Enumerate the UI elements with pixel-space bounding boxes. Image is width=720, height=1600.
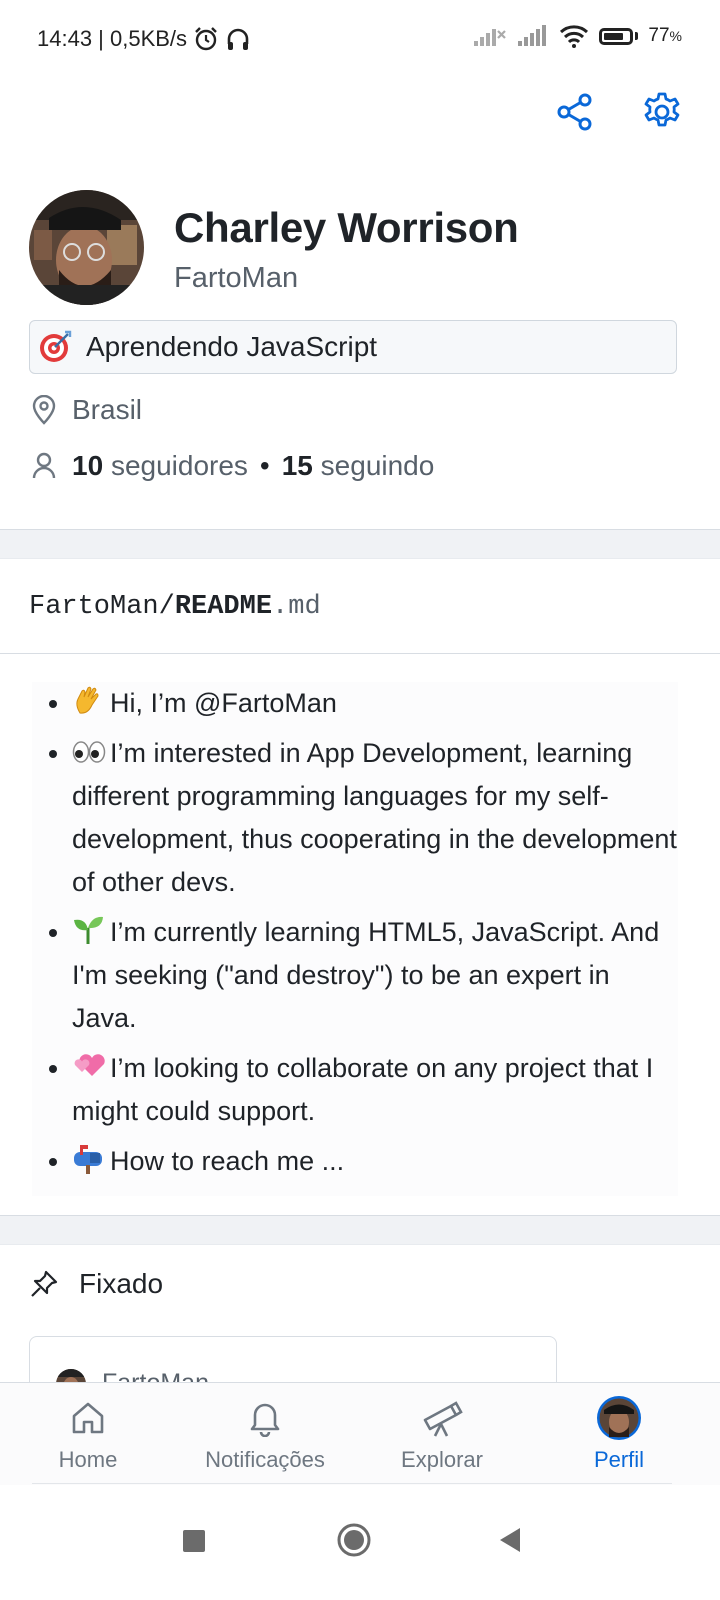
- telescope-icon: [421, 1395, 463, 1441]
- back-triangle-icon: [500, 1528, 520, 1552]
- readme-list: Hi, I’m @FartoMan I’m interested in App …: [32, 682, 678, 1183]
- avatar: [596, 1395, 642, 1441]
- avatar[interactable]: [29, 190, 144, 305]
- location-icon: [30, 395, 58, 425]
- pinned-header: Fixado: [29, 1268, 163, 1300]
- section-divider: [0, 1215, 720, 1245]
- profile-follow-stats: 10 seguidores • 15 seguindo: [30, 450, 434, 482]
- back-button[interactable]: [498, 1527, 522, 1558]
- list-item: I’m interested in App Development, learn…: [72, 732, 678, 904]
- nav-profile[interactable]: Perfil: [539, 1395, 699, 1473]
- readme-content: Hi, I’m @FartoMan I’m interested in App …: [32, 682, 678, 1196]
- profile-status[interactable]: Aprendendo JavaScript: [29, 320, 677, 374]
- readme-ext: .md: [272, 592, 321, 622]
- profile-status-text: Aprendendo JavaScript: [86, 331, 378, 362]
- system-navigation-bar: [0, 1485, 720, 1600]
- battery-percent: 77%: [648, 25, 682, 46]
- location-text: Brasil: [72, 394, 143, 425]
- avatar-photo: [29, 190, 144, 305]
- followers-label: seguidores: [110, 450, 248, 481]
- alarm-icon: [195, 27, 217, 51]
- following-label: seguindo: [320, 450, 435, 481]
- square-icon: [183, 1530, 205, 1552]
- list-item: How to reach me ...: [72, 1140, 678, 1183]
- nav-explore[interactable]: Explorar: [362, 1395, 522, 1473]
- readme-name: README: [174, 592, 273, 622]
- profile-login: FartoMan: [174, 262, 299, 294]
- status-bar-right: 77%: [473, 24, 682, 48]
- profile-location: Brasil: [30, 394, 142, 426]
- signal-icon: [518, 25, 547, 46]
- readme-title[interactable]: FartoMan/README.md: [29, 592, 321, 622]
- nav-home-label: Home: [58, 1447, 118, 1472]
- readme-item-text: I’m interested in App Development, learn…: [72, 738, 677, 897]
- readme-owner: FartoMan/: [29, 592, 175, 622]
- readme-item-text: How to reach me ...: [110, 1146, 345, 1176]
- readme-divider: [0, 653, 720, 654]
- nav-explore-label: Explorar: [401, 1447, 483, 1472]
- followers-count: 10: [72, 450, 104, 481]
- settings-button[interactable]: [640, 90, 684, 134]
- following-count: 15: [281, 450, 313, 481]
- pinned-label: Fixado: [79, 1268, 164, 1299]
- bottom-navigation: Home Notificações Explorar Perfil: [0, 1382, 720, 1485]
- readme-item-text: I’m currently learning HTML5, JavaScript…: [72, 917, 660, 1033]
- seedling-icon: [72, 914, 104, 944]
- readme-item-text: I’m looking to collaborate on any projec…: [72, 1053, 654, 1126]
- nav-profile-label: Perfil: [593, 1447, 645, 1472]
- list-item: I’m currently learning HTML5, JavaScript…: [72, 911, 678, 1040]
- profile-name: Charley Worrison: [174, 204, 519, 251]
- nav-divider: [32, 1483, 672, 1484]
- section-divider: [0, 529, 720, 559]
- headphones-icon: [227, 28, 249, 50]
- waving-hand-icon: [72, 685, 104, 715]
- stats-separator: •: [259, 450, 270, 481]
- nav-notifications-label: Notificações: [205, 1447, 325, 1472]
- person-icon: [30, 452, 58, 480]
- list-item: I’m looking to collaborate on any projec…: [72, 1047, 678, 1133]
- eyes-icon: [72, 737, 106, 767]
- status-bar-left: 14:43 | 0,5KB/s: [37, 26, 251, 52]
- status-time-speed: 14:43 | 0,5KB/s: [37, 26, 188, 51]
- home-button[interactable]: [337, 1523, 371, 1562]
- dart-emoji-icon: [38, 330, 72, 364]
- readme-item-text: Hi, I’m @FartoMan: [110, 688, 337, 718]
- recents-button[interactable]: [183, 1530, 205, 1557]
- circle-icon: [337, 1523, 371, 1557]
- battery-icon: [599, 27, 639, 45]
- share-button[interactable]: [553, 90, 597, 134]
- list-item: Hi, I’m @FartoMan: [72, 682, 678, 725]
- two-hearts-icon: [72, 1050, 105, 1080]
- home-icon: [70, 1395, 106, 1441]
- bell-icon: [247, 1395, 283, 1441]
- followers-link[interactable]: 10 seguidores: [72, 450, 248, 482]
- gear-icon: [644, 92, 680, 127]
- wifi-icon: [560, 25, 589, 48]
- following-link[interactable]: 15 seguindo: [282, 450, 435, 482]
- signal-off-icon: [474, 29, 507, 46]
- pin-icon: [29, 1269, 59, 1299]
- share-icon: [557, 93, 592, 131]
- nav-home[interactable]: Home: [8, 1395, 168, 1473]
- nav-notifications[interactable]: Notificações: [185, 1395, 345, 1473]
- mailbox-icon: [72, 1143, 104, 1174]
